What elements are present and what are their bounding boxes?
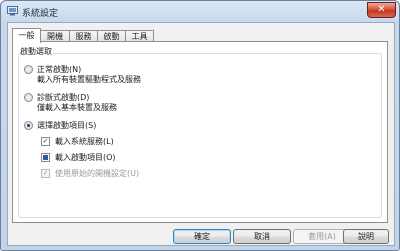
help-button[interactable]: 說明 — [343, 229, 389, 244]
system-config-icon — [7, 6, 18, 16]
title-bar[interactable]: 系統設定 ✕ — [1, 1, 399, 21]
use-original-boot-config-label: 使用原始的開機設定(U) — [55, 169, 140, 178]
check-icon: ✓ — [42, 137, 49, 145]
diagnostic-startup-description: 僅載入基本裝置及服務 — [37, 103, 117, 112]
check-icon: ✓ — [42, 169, 49, 177]
load-system-services-label[interactable]: 載入系統服務(L) — [55, 136, 114, 147]
diagnostic-startup-radio[interactable] — [24, 93, 33, 102]
tab-general[interactable]: 一般 — [12, 28, 41, 43]
close-button[interactable]: ✕ — [367, 2, 396, 18]
dialog-client-area: 一般 開機 服務 啟動 工具 啟動選取 正常啟動(N) 載入所有裝置驅動程式及服… — [7, 22, 395, 246]
close-icon: ✕ — [377, 4, 386, 15]
cancel-button[interactable]: 取消 — [233, 229, 291, 244]
load-system-services-checkbox[interactable]: ✓ — [41, 137, 50, 146]
selective-startup-radio[interactable] — [24, 121, 33, 130]
use-original-boot-config-checkbox: ✓ — [41, 169, 50, 178]
load-startup-items-label[interactable]: 載入啟動項目(O) — [55, 152, 116, 163]
window-title: 系統設定 — [22, 9, 59, 19]
ok-button[interactable]: 確定 — [173, 229, 231, 244]
load-startup-items-checkbox[interactable] — [41, 153, 50, 162]
general-tab-panel: 啟動選取 正常啟動(N) 載入所有裝置驅動程式及服務 診斷式啟動(D) 僅載入基… — [12, 41, 388, 223]
startup-selection-label: 啟動選取 — [19, 46, 53, 57]
selective-startup-label[interactable]: 選擇啟動項目(S) — [37, 120, 96, 131]
normal-startup-radio[interactable] — [24, 65, 33, 74]
normal-startup-description: 載入所有裝置驅動程式及服務 — [37, 75, 141, 84]
system-configuration-window: 系統設定 ✕ 一般 開機 服務 啟動 工具 啟動選取 正常啟動(N) 載入所有裝… — [0, 0, 400, 251]
